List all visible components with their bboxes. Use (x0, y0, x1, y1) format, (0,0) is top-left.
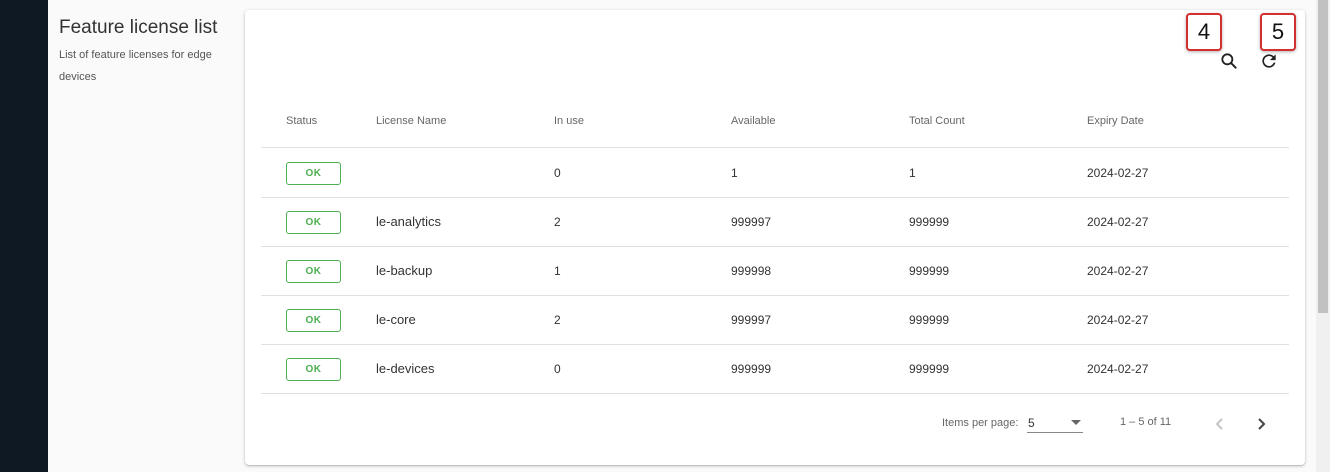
available-value: 999997 (731, 215, 772, 229)
status-badge: OK (286, 162, 341, 185)
in-use-value: 0 (554, 166, 561, 180)
header-available: Available (731, 115, 776, 127)
in-use-value: 0 (554, 362, 561, 376)
search-icon (1221, 53, 1237, 69)
status-badge: OK (286, 211, 341, 234)
license-name: le-analytics (376, 214, 442, 229)
in-use-value: 1 (554, 264, 561, 278)
table-row[interactable]: OK le-devices 0 999999 999999 2024-02-27 (261, 345, 1289, 394)
table-row[interactable]: OK le-analytics 2 999997 999999 2024-02-… (261, 198, 1289, 247)
status-badge: OK (286, 309, 341, 332)
header-status: Status (286, 115, 318, 127)
header-total-count: Total Count (909, 115, 965, 127)
header-license-name: License Name (376, 115, 447, 127)
app-sidebar (0, 0, 48, 472)
license-name: le-core (376, 312, 416, 327)
refresh-button[interactable] (1254, 46, 1284, 76)
chevron-right-icon (1258, 418, 1266, 430)
total-count-value: 999999 (909, 362, 950, 376)
expiry-date-value: 2024-02-27 (1087, 264, 1149, 278)
expiry-date-value: 2024-02-27 (1087, 166, 1149, 180)
available-value: 1 (731, 166, 738, 180)
search-button[interactable] (1214, 46, 1244, 76)
next-page-button[interactable] (1247, 410, 1275, 438)
page-title: Feature license list (59, 17, 218, 38)
items-per-page-value: 5 (1028, 416, 1035, 430)
total-count-value: 999999 (909, 264, 950, 278)
expiry-date-value: 2024-02-27 (1087, 313, 1149, 327)
status-badge: OK (286, 358, 341, 381)
available-value: 999997 (731, 313, 772, 327)
paginator: Items per page: 5 1 – 5 of 11 (245, 400, 1305, 448)
chevron-down-icon (1071, 420, 1081, 425)
total-count-value: 999999 (909, 313, 950, 327)
license-name: le-backup (376, 263, 433, 278)
items-per-page-select[interactable]: 5 (1027, 413, 1083, 433)
total-count-value: 1 (909, 166, 916, 180)
refresh-icon (1262, 54, 1276, 68)
section-intro: Feature license list List of feature lic… (59, 16, 229, 88)
header-in-use: In use (554, 115, 584, 127)
page-scrollbar-thumb[interactable] (1318, 0, 1328, 313)
total-count-value: 999999 (909, 215, 950, 229)
table-row[interactable]: OK 0 1 1 2024-02-27 (261, 149, 1289, 198)
in-use-value: 2 (554, 313, 561, 327)
expiry-date-value: 2024-02-27 (1087, 362, 1149, 376)
header-expiry-date: Expiry Date (1087, 115, 1144, 127)
status-badge: OK (286, 260, 341, 283)
table-header-row: Status License Name In use Available Tot… (261, 98, 1289, 148)
expiry-date-value: 2024-02-27 (1087, 215, 1149, 229)
license-name: le-devices (376, 361, 435, 376)
items-per-page-label: Items per page: (942, 417, 1019, 429)
available-value: 999999 (731, 362, 772, 376)
page-range-label: 1 – 5 of 11 (1120, 416, 1172, 428)
chevron-left-icon (1215, 418, 1223, 430)
page-description: List of feature licenses for edge device… (59, 49, 212, 83)
available-value: 999998 (731, 264, 772, 278)
previous-page-button[interactable] (1206, 410, 1234, 438)
table-row[interactable]: OK le-core 2 999997 999999 2024-02-27 (261, 296, 1289, 345)
in-use-value: 2 (554, 215, 561, 229)
table-row[interactable]: OK le-backup 1 999998 999999 2024-02-27 (261, 247, 1289, 296)
